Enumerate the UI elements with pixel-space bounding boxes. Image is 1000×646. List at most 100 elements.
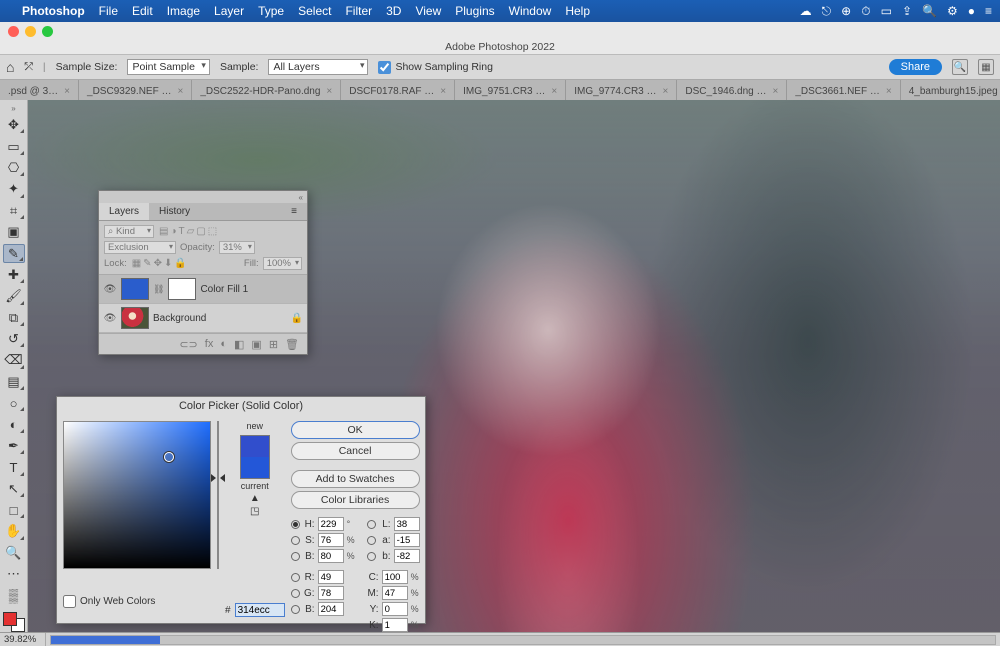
hex-input[interactable] xyxy=(235,603,285,617)
k-input[interactable] xyxy=(382,618,408,632)
tool-more[interactable]: ⋯ xyxy=(3,565,25,583)
tool-blur[interactable]: ○ xyxy=(3,394,25,412)
close-tab-icon[interactable]: × xyxy=(663,86,669,97)
blend-mode-dropdown[interactable]: Exclusion xyxy=(104,241,176,254)
control-center-icon[interactable]: ⚙ xyxy=(947,4,958,18)
menu-select[interactable]: Select xyxy=(298,4,331,18)
cancel-button[interactable]: Cancel xyxy=(291,442,420,460)
document-tab[interactable]: .psd @ 3…× xyxy=(0,80,79,100)
trash-icon[interactable]: 🗑 xyxy=(285,338,299,351)
link-icon[interactable]: ⛓ xyxy=(153,284,164,295)
layer-thumbnail[interactable] xyxy=(121,307,149,329)
clock-icon[interactable]: ⏱ xyxy=(861,4,870,19)
tool-lasso[interactable]: ⎔ xyxy=(3,159,25,177)
tool-gradient[interactable]: ▤ xyxy=(3,373,25,391)
h-input[interactable] xyxy=(318,517,344,531)
canvas[interactable]: « Layers History ≡ ⌕ Kind ▤◑T▱▢⬚ Exclusi… xyxy=(28,100,1000,632)
mask-thumbnail[interactable] xyxy=(168,278,196,300)
tool-move[interactable]: ✥ xyxy=(3,116,25,134)
radio-b[interactable] xyxy=(291,552,300,561)
tool-marquee[interactable]: ▭ xyxy=(3,137,25,155)
document-tab[interactable]: DSCF0178.RAF …× xyxy=(341,80,455,100)
document-tab[interactable]: DSC_1946.dng …× xyxy=(677,80,787,100)
hue-slider-indicator[interactable] xyxy=(213,470,223,478)
fg-bg-color-tool[interactable] xyxy=(3,612,25,632)
fill-field[interactable]: 100% xyxy=(263,257,302,270)
tool-healing[interactable]: ✚ xyxy=(3,266,25,284)
fg-color-swatch[interactable] xyxy=(3,612,17,626)
tool-pen[interactable]: ✒ xyxy=(3,437,25,455)
document-tab[interactable]: _DSC9329.NEF …× xyxy=(79,80,192,100)
l-input[interactable] xyxy=(394,517,420,531)
display-icon[interactable]: ▭ xyxy=(881,4,892,18)
layer-filter-icons[interactable]: ▤◑T▱▢⬚ xyxy=(158,226,218,237)
document-tab[interactable]: IMG_9774.CR3 …× xyxy=(566,80,677,100)
wifi-icon[interactable]: ⇪ xyxy=(902,4,912,18)
c-input[interactable] xyxy=(382,570,408,584)
layer-name-label[interactable]: Color Fill 1 xyxy=(200,284,303,295)
horizontal-scrollbar[interactable] xyxy=(50,635,996,645)
visibility-toggle-icon[interactable]: 👁 xyxy=(103,284,117,295)
menu-type[interactable]: Type xyxy=(258,4,284,18)
visibility-toggle-icon[interactable]: 👁 xyxy=(103,313,117,324)
sync-icon[interactable]: ⊕ xyxy=(841,4,851,18)
menu-filter[interactable]: Filter xyxy=(345,4,372,18)
add-to-swatches-button[interactable]: Add to Swatches xyxy=(291,470,420,488)
status-dot-icon[interactable]: ● xyxy=(968,4,975,18)
tool-frame[interactable]: ▣ xyxy=(3,223,25,241)
b-input[interactable] xyxy=(318,549,344,563)
cloud-icon[interactable]: ☁ xyxy=(800,4,812,18)
menu-3d[interactable]: 3D xyxy=(386,4,401,18)
g-input[interactable] xyxy=(318,586,344,600)
show-sampling-ring-checkbox[interactable]: Show Sampling Ring xyxy=(378,61,492,74)
layer-row-background[interactable]: 👁 Background 🔒 xyxy=(99,304,307,333)
close-tab-icon[interactable]: × xyxy=(886,86,892,97)
document-tab[interactable]: 4_bamburgh15.jpeg× xyxy=(901,80,1000,100)
fx-icon[interactable]: fx xyxy=(205,338,214,350)
layer-filter-dropdown[interactable]: ⌕ Kind xyxy=(104,225,154,238)
link-layers-icon[interactable]: ⊂⊃ xyxy=(179,338,197,351)
close-tab-icon[interactable]: × xyxy=(178,86,184,97)
tool-shape[interactable]: □ xyxy=(3,501,25,519)
zoom-field[interactable]: 39.82% xyxy=(2,633,46,646)
tool-preset-icon[interactable]: ⤱ xyxy=(24,61,32,74)
lock-icons[interactable]: ▦✎✥⬇🔒 xyxy=(131,258,188,269)
radio-s[interactable] xyxy=(291,536,300,545)
menu-window[interactable]: Window xyxy=(509,4,552,18)
minimize-window-button[interactable] xyxy=(25,26,36,37)
panel-menu-icon[interactable]: ≡ xyxy=(281,203,307,220)
tool-dodge[interactable]: ◐ xyxy=(3,415,25,433)
sample-size-dropdown[interactable]: Point Sample xyxy=(127,59,209,75)
layer-row-color-fill[interactable]: 👁 ⛓ Color Fill 1 xyxy=(99,275,307,304)
color-picker-dialog[interactable]: Color Picker (Solid Color) Only Web Colo… xyxy=(56,396,426,624)
radio-bb[interactable] xyxy=(291,605,300,614)
search-icon[interactable]: 🔍 xyxy=(952,59,968,75)
m-input[interactable] xyxy=(382,586,408,600)
menu-view[interactable]: View xyxy=(415,4,441,18)
menu-image[interactable]: Image xyxy=(167,4,200,18)
menu-help[interactable]: Help xyxy=(565,4,590,18)
radio-a[interactable] xyxy=(367,536,376,545)
only-web-colors-input[interactable] xyxy=(63,595,76,608)
scrollbar-thumb[interactable] xyxy=(51,636,160,644)
tool-type[interactable]: T xyxy=(3,458,25,476)
r-input[interactable] xyxy=(318,570,344,584)
close-window-button[interactable] xyxy=(8,26,19,37)
radio-h[interactable] xyxy=(291,520,300,529)
document-tab[interactable]: _DSC2522-HDR-Pano.dng× xyxy=(192,80,341,100)
y-input[interactable] xyxy=(382,602,408,616)
layers-panel[interactable]: « Layers History ≡ ⌕ Kind ▤◑T▱▢⬚ Exclusi… xyxy=(98,190,308,355)
group-icon[interactable]: ▣ xyxy=(251,338,261,351)
shield-icon[interactable]: ⎋ xyxy=(822,4,832,19)
document-tab[interactable]: _DSC3661.NEF …× xyxy=(787,80,900,100)
menu-edit[interactable]: Edit xyxy=(132,4,153,18)
tool-history-brush[interactable]: ↺ xyxy=(3,330,25,348)
menu-plugins[interactable]: Plugins xyxy=(455,4,494,18)
sample-dropdown[interactable]: All Layers xyxy=(268,59,368,75)
layer-thumbnail[interactable] xyxy=(121,278,149,300)
ok-button[interactable]: OK xyxy=(291,421,420,439)
layer-name-label[interactable]: Background xyxy=(153,313,287,324)
close-tab-icon[interactable]: × xyxy=(551,86,557,97)
menu-layer[interactable]: Layer xyxy=(214,4,244,18)
close-tab-icon[interactable]: × xyxy=(64,86,70,97)
